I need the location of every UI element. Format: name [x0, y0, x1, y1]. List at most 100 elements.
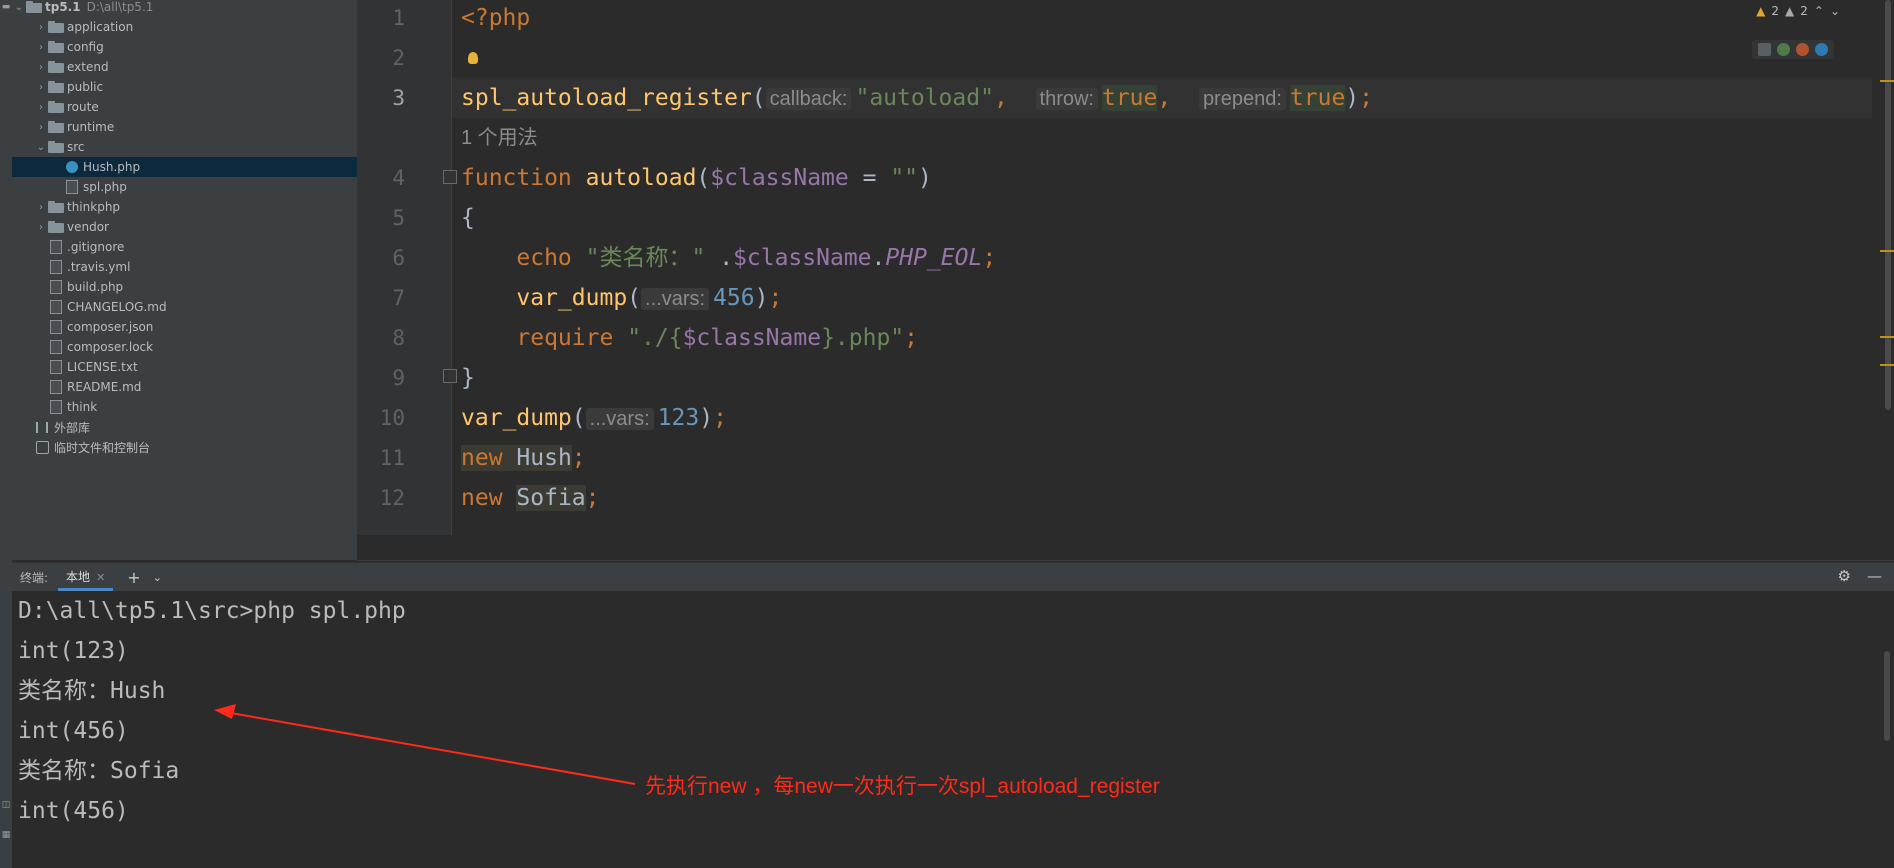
keyword: echo — [516, 245, 572, 271]
chrome-icon[interactable] — [1777, 43, 1790, 56]
tree-item[interactable]: composer.json — [12, 317, 357, 337]
variable: $className — [710, 165, 849, 191]
line-number[interactable]: 12 — [357, 478, 405, 518]
structure-tool-icon[interactable]: ◫ — [0, 800, 12, 810]
code-line-8: require "./{$className}.php"; — [516, 325, 919, 351]
tree-item[interactable]: build.php — [12, 277, 357, 297]
tree-label: src — [67, 140, 85, 154]
file-icon — [50, 380, 62, 394]
chevron-right-icon[interactable]: › — [34, 22, 48, 33]
line-number[interactable]: 11 — [357, 438, 405, 478]
line-number[interactable]: 4 — [357, 158, 405, 198]
tree-item[interactable]: CHANGELOG.md — [12, 297, 357, 317]
tree-scratches[interactable]: 临时文件和控制台 — [12, 437, 357, 457]
tree-label: config — [67, 40, 104, 54]
warning-stripe[interactable] — [1880, 336, 1894, 338]
add-tab-icon[interactable]: + — [127, 568, 140, 587]
tree-label: .travis.yml — [67, 260, 131, 274]
tree-item[interactable]: README.md — [12, 377, 357, 397]
param-hint: ...vars: — [585, 408, 654, 430]
folder-icon — [48, 141, 64, 153]
line-number[interactable]: 3 — [357, 78, 405, 118]
project-tool-icon[interactable]: ▬ — [0, 2, 12, 12]
tree-item[interactable]: .gitignore — [12, 237, 357, 257]
tree-item[interactable]: spl.php — [12, 177, 357, 197]
tree-item[interactable]: › thinkphp — [12, 197, 357, 217]
tree-label: 临时文件和控制台 — [54, 440, 151, 455]
tree-item[interactable]: › extend — [12, 57, 357, 77]
warning-stripe[interactable] — [1880, 364, 1894, 366]
chevron-right-icon[interactable]: › — [34, 222, 48, 233]
tree-item[interactable]: › application — [12, 17, 357, 37]
tab-local[interactable]: 本地 ✕ — [58, 563, 114, 591]
chevron-right-icon[interactable]: › — [34, 82, 48, 93]
tree-item[interactable]: › public — [12, 77, 357, 97]
tree-item[interactable]: composer.lock — [12, 337, 357, 357]
tree-item[interactable]: Hush.php — [12, 157, 357, 177]
usage-hint[interactable]: 1 个用法 — [461, 118, 538, 158]
chevron-right-icon[interactable]: › — [34, 202, 48, 213]
close-icon[interactable]: ✕ — [96, 571, 105, 584]
line-number[interactable]: 2 — [357, 38, 405, 78]
bookmarks-tool-icon[interactable]: ▦ — [0, 830, 12, 840]
tree-item[interactable]: › config — [12, 37, 357, 57]
tree-item[interactable]: ⌄ src — [12, 137, 357, 157]
terminal-scroll-thumb[interactable] — [1884, 651, 1890, 741]
terminal-output[interactable]: D:\all\tp5.1\src>php spl.php int(123) 类名称：… — [12, 591, 1894, 868]
file-icon — [50, 340, 62, 354]
tree-item[interactable]: LICENSE.txt — [12, 357, 357, 377]
code-editor[interactable]: 1 2 3 4 5 6 7 8 9 10 11 12 <?php spl_autoload_regis… — [357, 0, 1894, 561]
line-number[interactable]: 10 — [357, 398, 405, 438]
function-call: var_dump — [461, 405, 572, 431]
tree-item[interactable]: › vendor — [12, 217, 357, 237]
line-number[interactable]: 1 — [357, 0, 405, 38]
tree-root[interactable]: ⌄ tp5.1 D:\all\tp5.1 — [12, 0, 357, 17]
line-number[interactable]: 9 — [357, 358, 405, 398]
chevron-right-icon[interactable]: › — [34, 122, 48, 133]
tree-item[interactable]: think — [12, 397, 357, 417]
line-number[interactable]: 7 — [357, 278, 405, 318]
tree-item[interactable]: › runtime — [12, 117, 357, 137]
lightbulb-icon[interactable] — [468, 52, 478, 64]
chevron-right-icon[interactable]: › — [34, 42, 48, 53]
warning-stripe[interactable] — [1880, 250, 1894, 252]
minimize-icon[interactable]: — — [1867, 567, 1882, 585]
tree-label: LICENSE.txt — [67, 360, 138, 374]
line-number[interactable]: 8 — [357, 318, 405, 358]
tree-external-libs[interactable]: 外部库 — [12, 417, 357, 437]
edge-icon[interactable] — [1815, 43, 1828, 56]
firefox-icon[interactable] — [1796, 43, 1809, 56]
editor-scrollbar[interactable] — [1880, 0, 1894, 420]
chevron-right-icon[interactable]: › — [34, 62, 48, 73]
tree-root-name: tp5.1 — [45, 0, 81, 14]
chevron-down-icon[interactable]: ⌄ — [12, 2, 26, 13]
inspection-widget[interactable]: ▲ 2 ▲ 2 ⌃ ⌄ — [1756, 4, 1840, 18]
tree-label: README.md — [67, 380, 142, 394]
library-icon — [36, 421, 48, 433]
line-number[interactable]: 6 — [357, 238, 405, 278]
chevron-down-icon[interactable]: ⌄ — [153, 571, 162, 584]
constant: PHP_EOL — [885, 245, 983, 271]
tree-item[interactable]: › route — [12, 97, 357, 117]
terminal-line: 类名称：Sofia — [18, 758, 180, 784]
code-line-11: new Hush; — [461, 445, 586, 471]
code-line-3: spl_autoload_register(callback: "autoload… — [461, 85, 1374, 111]
line-number[interactable]: 5 — [357, 198, 405, 238]
chevron-right-icon[interactable]: › — [34, 102, 48, 113]
class-name: Sofia — [516, 485, 586, 511]
file-icon — [50, 320, 62, 334]
phpstorm-icon[interactable] — [1758, 43, 1771, 56]
chevron-down-icon[interactable]: ⌄ — [1830, 4, 1840, 18]
tree-item[interactable]: .travis.yml — [12, 257, 357, 277]
fold-icon[interactable] — [443, 369, 457, 383]
keyword: new — [461, 445, 503, 471]
chevron-down-icon[interactable]: ⌄ — [34, 142, 48, 153]
chevron-up-icon[interactable]: ⌃ — [1814, 4, 1824, 18]
tree-label: build.php — [67, 280, 124, 294]
warning-stripe[interactable] — [1880, 80, 1894, 82]
warnings-count: 2 — [1771, 4, 1779, 18]
scroll-thumb[interactable] — [1885, 0, 1891, 410]
keyword: new — [461, 485, 503, 511]
fold-icon[interactable] — [443, 170, 457, 184]
gear-icon[interactable]: ⚙ — [1838, 567, 1851, 585]
